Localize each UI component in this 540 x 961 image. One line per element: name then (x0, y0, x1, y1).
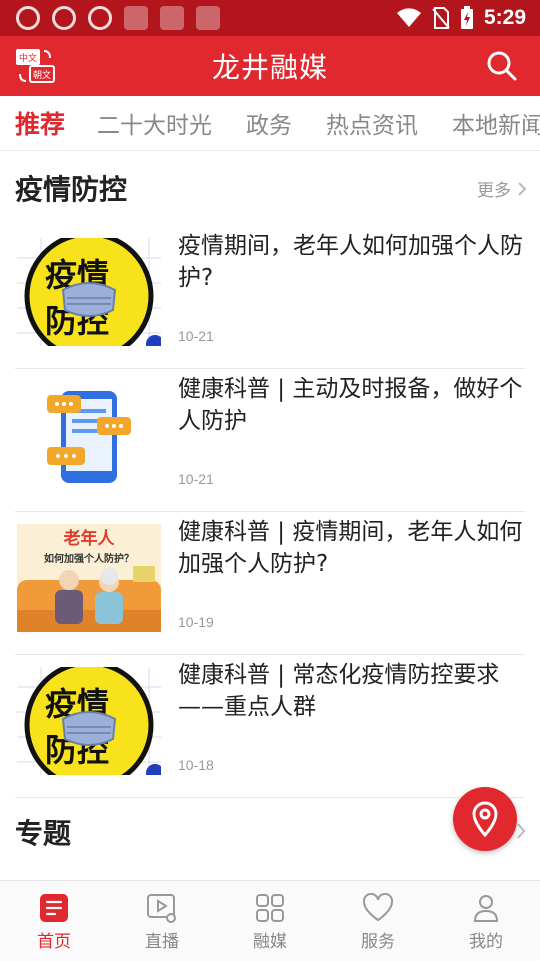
section-header: 疫情防控 更多 (15, 168, 527, 208)
news-thumbnail: 老年人 如何加强个人防护？ (17, 524, 161, 632)
clock: 5:29 (483, 6, 526, 29)
category-tabs: 推荐 二十大时光 政务 热点资讯 本地新闻 (0, 96, 540, 151)
news-date: 10-18 (178, 757, 214, 773)
app-title: 龙井融媒 (211, 51, 328, 84)
news-thumbnail: 疫情 防控 (17, 667, 161, 775)
app-notification-icon (196, 6, 220, 30)
nav-mine-label: 我的 (469, 932, 503, 952)
news-date: 10-19 (178, 614, 214, 630)
tab-20th-congress[interactable]: 二十大时光 (97, 106, 212, 140)
svg-text:朝文: 朝文 (33, 69, 51, 81)
location-button[interactable] (453, 787, 517, 851)
app-header: 中文 朝文 龙井融媒 (0, 36, 540, 96)
chrome-icon (52, 6, 76, 30)
home-icon (40, 894, 68, 922)
news-date: 10-21 (178, 471, 214, 487)
chrome-icon (16, 6, 40, 30)
nav-service[interactable]: 服务 (324, 881, 432, 961)
news-title: 健康科普 | 常态化疫情防控要求——重点人群 (178, 662, 500, 720)
nav-home-label: 首页 (37, 932, 71, 952)
tab-local-news[interactable]: 本地新闻 (452, 106, 540, 140)
nav-live-label: 直播 (145, 932, 179, 952)
language-switch-icon[interactable]: 中文 朝文 (14, 46, 56, 86)
status-bar: 5:29 (0, 0, 540, 36)
news-title: 疫情期间，老年人如何加强个人防护? (178, 233, 523, 291)
chevron-right-icon (518, 181, 527, 196)
nav-service-label: 服务 (361, 932, 395, 952)
svg-text:老年人: 老年人 (63, 528, 116, 549)
more-link[interactable]: 更多 (477, 176, 527, 201)
nav-media-label: 融媒 (253, 932, 287, 952)
news-date: 10-21 (178, 328, 214, 344)
battery-charging-icon (460, 6, 473, 29)
news-item[interactable]: 疫情 防控 疫情期间，老年人如何加强个人防护? 10-21 (15, 228, 525, 369)
news-title: 健康科普 | 主动及时报备，做好个人防护 (178, 376, 523, 434)
more-label: 更多 (477, 181, 511, 201)
chevron-right-icon[interactable] (516, 822, 526, 840)
heart-icon (362, 893, 394, 922)
chrome-icon (88, 6, 112, 30)
news-thumbnail: 疫情 防控 (17, 238, 161, 346)
news-item[interactable]: 健康科普 | 主动及时报备，做好个人防护 10-21 (15, 371, 525, 512)
svg-text:如何加强个人防护？: 如何加强个人防护？ (44, 552, 134, 565)
bottom-nav: 首页 直播 融媒 服务 我的 (0, 880, 540, 961)
nav-live[interactable]: 直播 (108, 881, 216, 961)
news-item[interactable]: 老年人 如何加强个人防护？ 健康科普 | 疫情期间，老年人如何加强个人防护? 1… (15, 514, 525, 655)
news-item[interactable]: 疫情 防控 健康科普 | 常态化疫情防控要求——重点人群 10-18 (15, 657, 525, 798)
news-title: 健康科普 | 疫情期间，老年人如何加强个人防护? (178, 519, 523, 577)
section-title-topics: 专题 (15, 817, 72, 850)
svg-text:中文: 中文 (19, 52, 37, 64)
nav-mine[interactable]: 我的 (432, 881, 540, 961)
search-icon[interactable] (486, 50, 518, 82)
tab-hot-news[interactable]: 热点资讯 (326, 106, 418, 140)
tab-recommend[interactable]: 推荐 (15, 105, 65, 141)
tab-government[interactable]: 政务 (246, 106, 292, 140)
news-thumbnail (17, 381, 161, 489)
nav-home[interactable]: 首页 (0, 881, 108, 961)
app-notification-icon (160, 6, 184, 30)
user-icon (473, 895, 499, 922)
live-icon (147, 894, 176, 923)
grid-icon (256, 894, 284, 922)
no-sim-icon (432, 7, 450, 29)
nav-media[interactable]: 融媒 (216, 881, 324, 961)
location-pin-icon (472, 801, 498, 837)
wifi-icon (396, 8, 421, 27)
app-notification-icon (124, 6, 148, 30)
section-title: 疫情防控 (15, 173, 128, 206)
